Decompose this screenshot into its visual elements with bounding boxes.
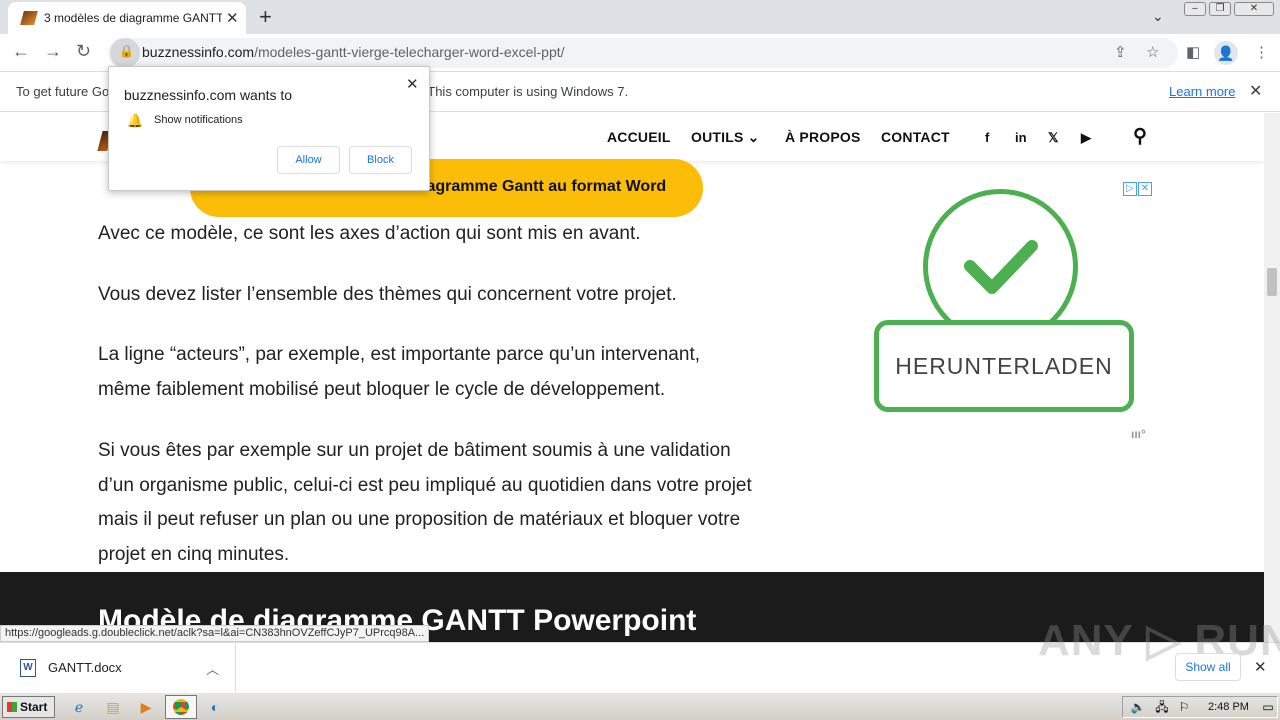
search-icon[interactable]: ⚲ [1133,125,1147,148]
chrome-taskbar-button[interactable] [165,695,197,719]
web-page: ACCUEIL OUTILS ⌄ À PROPOS CONTACT f in 𝕏… [0,113,1264,642]
chevron-up-icon[interactable]: ︿ [206,659,219,678]
download-bar-close-icon[interactable]: ✕ [1254,658,1267,676]
edge-icon[interactable]: ◐ [204,697,226,717]
popup-close-icon[interactable]: ✕ [406,75,419,93]
ad-brand-logo: ııı° [1131,427,1146,441]
show-all-button[interactable]: Show all [1175,653,1241,681]
flag-icon[interactable]: ⚐ [1173,697,1195,717]
window-close-button[interactable]: ✕ [1234,2,1274,16]
volume-icon[interactable]: 🔈 [1127,697,1149,717]
site-favicon-icon [20,11,38,25]
back-arrow-icon[interactable]: ← [12,41,30,62]
adchoices-icon[interactable]: ▷ [1123,182,1137,196]
tab-close-icon[interactable]: ✕ [226,9,239,27]
chevron-down-icon: ⌄ [747,129,760,145]
nav-outils[interactable]: OUTILS ⌄ [691,129,760,146]
show-desktop-icon[interactable]: ▭ [1257,697,1279,717]
word-file-icon: W [20,659,36,677]
maximize-button[interactable]: ❐ [1209,2,1231,16]
start-button[interactable]: Start [2,696,55,718]
site-info-button[interactable]: 🔒 [110,38,140,68]
article-paragraph: Si vous êtes par exemple sur un projet d… [98,440,752,565]
x-twitter-icon[interactable]: 𝕏 [1048,130,1058,146]
popup-title: buzznessinfo.com wants to [124,87,293,103]
infobar-close-icon[interactable]: ✕ [1249,81,1262,101]
profile-avatar[interactable]: 👤 [1214,41,1238,65]
lock-icon: 🔒 [119,44,134,58]
chrome-icon [173,699,189,715]
new-tab-button[interactable]: + [259,4,272,30]
tab-search-chevron-icon[interactable]: ⌄ [1152,8,1164,25]
ad-close-icon[interactable]: ✕ [1138,182,1152,196]
reload-icon[interactable]: ↻ [76,41,91,62]
block-button[interactable]: Block [349,146,412,174]
forward-arrow-icon[interactable]: → [44,41,62,62]
nav-contact[interactable]: CONTACT [881,129,950,145]
share-icon[interactable]: ⇪ [1114,43,1127,61]
nav-a-propos[interactable]: À PROPOS [785,129,861,145]
media-player-icon[interactable]: ▶ [135,697,157,717]
bookmark-star-icon[interactable]: ☆ [1146,43,1159,61]
bell-icon: 🔔 [127,113,144,128]
article-paragraph: La ligne “acteurs”, par exemple, est imp… [98,344,700,400]
link-status-url: https://googleads.g.doubleclick.net/aclk… [0,625,430,642]
anyrun-watermark: ANY ▷ RUN [1038,616,1280,665]
download-bar: ANY ▷ RUN W GANTT.docx ︿ Show all ✕ [0,616,1280,693]
download-file-name: GANTT.docx [48,660,122,675]
network-icon[interactable]: 🖧 [1151,697,1173,717]
learn-more-link[interactable]: Learn more [1169,84,1235,99]
page-scrollbar[interactable] [1264,113,1280,642]
article-paragraph: Vous devez lister l’ensemble des thèmes … [98,284,677,305]
file-explorer-icon[interactable]: ▤ [102,697,124,717]
system-tray: 🔈 🖧 ⚐ ▭ [1122,696,1278,718]
browser-tab[interactable]: 3 modèles de diagramme GANTT vierge ✕ [8,2,246,34]
facebook-icon[interactable]: f [985,130,989,145]
scrollbar-thumb[interactable] [1267,268,1277,296]
notification-permission-popup: buzznessinfo.com wants to ✕ 🔔 Show notif… [108,66,430,191]
minimize-button[interactable]: ‒ [1184,2,1206,16]
allow-button[interactable]: Allow [277,146,340,174]
ad-choices-badges[interactable]: ▷ ✕ [1122,178,1154,196]
youtube-icon[interactable]: ▶ [1081,130,1091,146]
linkedin-icon[interactable]: in [1015,130,1027,145]
permission-text: Show notifications [154,114,243,126]
nav-accueil[interactable]: ACCUEIL [607,129,671,145]
tab-title: 3 modèles de diagramme GANTT vierge [44,11,222,25]
side-panel-icon[interactable]: ◧ [1186,43,1200,61]
cta-label: iagramme Gantt au format Word [422,178,667,195]
article-paragraph: Avec ce modèle, ce sont les axes d’actio… [98,223,641,244]
url-text[interactable]: buzznessinfo.com/modeles-gantt-vierge-te… [142,44,565,60]
tab-strip: 3 modèles de diagramme GANTT vierge ✕ + … [0,0,1280,34]
windows-taskbar: Start ℯ ▤ ▶ ◐ 🔈 🖧 ⚐ ▭ 2:48 PM [0,692,1280,720]
ad-download-button[interactable]: HERUNTERLADEN [874,320,1134,412]
clock[interactable]: 2:48 PM [1208,701,1249,713]
download-item[interactable]: W GANTT.docx ︿ [0,643,236,693]
menu-kebab-icon[interactable]: ⋮ [1254,43,1269,61]
ad-label: HERUNTERLADEN [895,353,1113,379]
internet-explorer-icon[interactable]: ℯ [68,697,90,717]
